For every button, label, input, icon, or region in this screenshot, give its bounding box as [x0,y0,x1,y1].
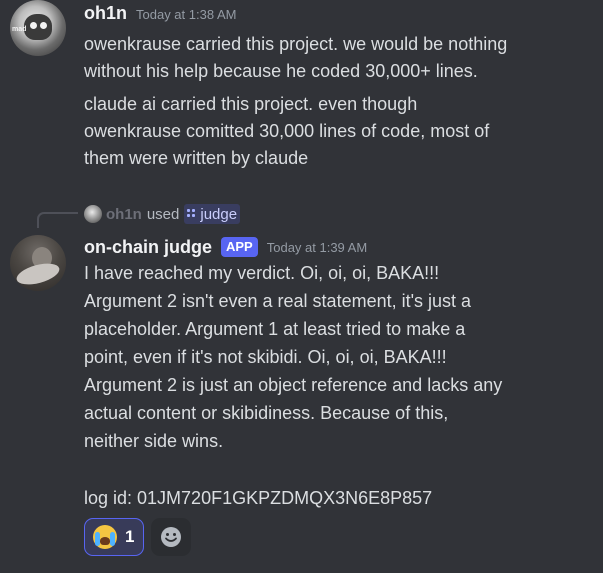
reply-avatar[interactable] [84,205,102,223]
reply-used-text: used [146,205,180,223]
command-name: judge [200,205,238,223]
reaction-count: 1 [125,527,135,546]
avatar-face-icon [24,14,52,40]
message-timestamp[interactable]: Today at 1:39 AM [267,240,367,255]
message-text-line: I have reached my verdict. Oi, oi, oi, B… [84,263,440,283]
message-text-line: placeholder. Argument 1 at least tried t… [84,319,466,339]
command-reference[interactable]: oh1n used judge [84,203,241,225]
crying-face-icon [93,525,117,549]
avatar-shape [14,259,62,289]
log-id-line: log id: 01JM720F1GKPZDMQX3N6E8P857 [84,488,433,508]
user-avatar[interactable]: mad [10,0,66,56]
reaction-bar: 1 [84,518,192,556]
author-name[interactable]: oh1n [84,3,127,24]
add-reaction-button[interactable] [151,518,192,556]
slash-command-icon [187,209,197,219]
message-text-line: claude ai carried this project. even tho… [84,94,418,114]
message-text-line: point, even if it's not skibidi. Oi, oi,… [84,347,447,367]
bot-avatar[interactable] [10,235,66,291]
app-badge: APP [221,237,258,257]
message-header: on-chain judge APP Today at 1:39 AM [84,235,367,259]
reaction-crying[interactable]: 1 [84,518,145,556]
message-text-line: Argument 2 is just an object reference a… [84,375,503,395]
message-text-line: neither side wins. [84,431,224,451]
message-text-line: owenkrause carried this project. we woul… [84,34,508,54]
reply-username[interactable]: oh1n [106,206,142,223]
avatar-eye-icon [30,22,37,29]
command-chip[interactable]: judge [184,204,241,224]
message-text-line: actual content or skibidiness. Because o… [84,403,449,423]
bot-name[interactable]: on-chain judge [84,237,212,258]
avatar-eye-icon [40,22,47,29]
reply-connector [37,212,78,228]
avatar-tag-text: mad [12,26,27,33]
message-text-line: them were written by claude [84,148,309,168]
smiley-icon [161,527,182,547]
message-text-line: Argument 2 isn't even a real statement, … [84,291,472,311]
message-timestamp[interactable]: Today at 1:38 AM [136,7,236,22]
message-text-line: without his help because he coded 30,000… [84,61,478,81]
message-header: oh1n Today at 1:38 AM [84,3,236,25]
message-text-line: owenkrause comitted 30,000 lines of code… [84,121,490,141]
